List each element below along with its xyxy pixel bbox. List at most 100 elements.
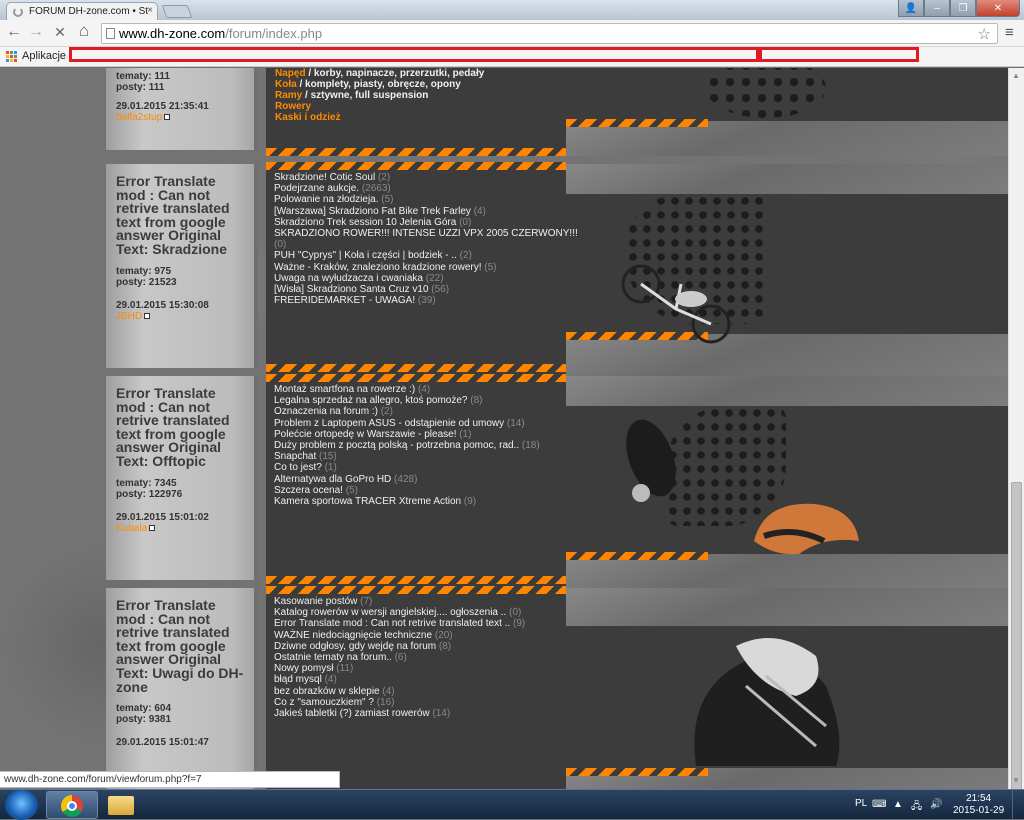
view-latest-post-icon[interactable]	[144, 312, 151, 319]
forum-row-content: Kasowanie postów (7) Katalog rowerów w w…	[266, 586, 1008, 789]
posts-count: posty: 9381	[116, 714, 172, 726]
topic-link[interactable]: Oznaczenia na forum :) (2)	[274, 406, 540, 417]
topic-link[interactable]: Polećcie ortopedę w Warszawie - please! …	[274, 429, 540, 440]
topic-link[interactable]: Nowy pomysł (11)	[274, 663, 525, 674]
topic-link[interactable]: Kasowanie postów (7)	[274, 596, 525, 607]
last-post-title[interactable]: Error Translate mod : Can not retrive tr…	[106, 588, 254, 694]
topic-link[interactable]: SKRADZIONO ROWER!!! INTENSE UZZI VPX 200…	[274, 228, 578, 239]
topic-link[interactable]: Podejrzane aukcje. (2663)	[274, 183, 578, 194]
topic-link[interactable]: Co z "samouczkiem" ? (16)	[274, 697, 525, 708]
topic-list: Kasowanie postów (7) Katalog rowerów w w…	[274, 596, 525, 719]
network-icon[interactable]: 🖧	[911, 799, 922, 816]
keyboard-icon[interactable]: ⌨	[872, 799, 886, 810]
topic-link[interactable]: [Wisła] Skradziono Santa Cruz v10 (56)	[274, 284, 578, 295]
topic-link[interactable]: bez obrazków w sklepie (4)	[274, 686, 525, 697]
volume-icon[interactable]: 🔊	[930, 799, 942, 810]
language-indicator[interactable]: PL	[855, 798, 867, 809]
vertical-scrollbar[interactable]: ▲ ▼	[1008, 68, 1024, 798]
last-post-user[interactable]: JBHD	[106, 311, 254, 322]
last-post-title[interactable]: Error Translate mod : Can not retrive tr…	[106, 376, 254, 469]
forum-row-content: Napęd / korby, napinacze, przerzutki, pe…	[266, 68, 1008, 156]
topic-link[interactable]: PUH "Cyprys" | Koła i części | bodziek -…	[274, 250, 578, 261]
view-latest-post-icon[interactable]	[149, 524, 156, 531]
topic-link[interactable]: FREERIDEMARKET - UWAGA! (39)	[274, 295, 578, 306]
topic-link[interactable]: Szczera ocena! (5)	[274, 485, 540, 496]
topic-link[interactable]: Problem z Laptopem ASUS - odstąpienie od…	[274, 418, 540, 429]
topic-link[interactable]: Alternatywa dla GoPro HD (428)	[274, 474, 540, 485]
maximize-button[interactable]: ❐	[950, 0, 976, 17]
posts-count: posty: 21523	[116, 276, 177, 288]
window-controls: 👤 – ❐ ✕	[898, 0, 1020, 17]
topic-link[interactable]: Error Translate mod : Can not retrive tr…	[274, 618, 525, 629]
topic-link[interactable]: Katalog rowerów w wersji angielskiej....…	[274, 607, 525, 618]
category-link[interactable]: Ramy	[275, 90, 302, 101]
topic-link[interactable]: (0)	[274, 239, 578, 250]
topic-link[interactable]: Ostatnie tematy na forum.. (6)	[274, 652, 525, 663]
close-window-button[interactable]: ✕	[976, 0, 1020, 17]
view-latest-post-icon[interactable]	[164, 114, 171, 120]
last-post-date: 29.01.2015 15:01:02	[116, 511, 209, 523]
clock[interactable]: 21:54 2015-01-29	[953, 793, 1004, 817]
forward-arrow-icon[interactable]: →	[26, 23, 46, 41]
tab-close-icon[interactable]: ×	[147, 5, 153, 16]
last-post-user[interactable]: balfa2stup	[106, 112, 254, 123]
home-icon[interactable]: ⌂	[74, 21, 94, 41]
taskbar-chrome[interactable]	[46, 791, 98, 819]
back-arrow-icon[interactable]: ←	[4, 23, 24, 41]
topics-count: tematy: 111	[116, 71, 170, 82]
topic-link[interactable]: Snapchat (15)	[274, 451, 540, 462]
category-link[interactable]: Rowery	[275, 101, 311, 112]
tab-strip: FORUM DH-zone.com • St × 👤 – ❐ ✕	[0, 0, 1024, 20]
windows-taskbar: PL ⌨ ▲ 🖧 🔊 21:54 2015-01-29	[0, 789, 1024, 820]
apps-bookmark-label[interactable]: Aplikacje	[22, 50, 66, 62]
topic-link[interactable]: Co to jest? (1)	[274, 462, 540, 473]
browser-tab[interactable]: FORUM DH-zone.com • St ×	[6, 2, 158, 20]
topic-link[interactable]: Polowanie na złodzieja. (5)	[274, 194, 578, 205]
loading-spinner-icon	[13, 7, 23, 17]
forum-row-lastpost: Error Translate mod : Can not retrive tr…	[106, 588, 258, 789]
posts-count: posty: 122976	[116, 488, 183, 500]
tray-expand-icon[interactable]: ▲	[893, 799, 903, 810]
explorer-folder-icon[interactable]	[108, 796, 134, 815]
topic-link[interactable]: Skradziono Trek session 10 Jelenia Góra …	[274, 217, 578, 228]
category-link[interactable]: Napęd	[275, 68, 306, 79]
start-button[interactable]	[5, 790, 38, 820]
subcategory-list: Napęd / korby, napinacze, przerzutki, pe…	[275, 68, 485, 123]
address-bar[interactable]: www.dh-zone.com/forum/index.php ☆	[101, 23, 998, 44]
last-post-user[interactable]: Kubala	[106, 523, 254, 534]
topic-link[interactable]: Jakieś tabletki (?) zamiast rowerów (14)	[274, 708, 525, 719]
topic-link[interactable]: Montaż smartfona na rowerze :) (4)	[274, 384, 540, 395]
last-post-title[interactable]: Error Translate mod : Can not retrive tr…	[106, 164, 254, 257]
topic-link[interactable]: Uwaga na wyłudzacza i cwaniaka (22)	[274, 273, 578, 284]
topic-link[interactable]: Kamera sportowa TRACER Xtreme Action (9)	[274, 496, 540, 507]
topic-link[interactable]: Skradzione! Cotic Soul (2)	[274, 172, 578, 183]
topics-count: tematy: 975	[116, 265, 172, 277]
show-desktop-button[interactable]	[1012, 790, 1024, 820]
scroll-up-icon[interactable]: ▲	[1012, 71, 1020, 80]
chrome-menu-icon[interactable]: ≡	[1005, 24, 1014, 41]
topic-link[interactable]: Ważne - Kraków, znaleziono kradzione row…	[274, 262, 578, 273]
topic-list: Skradzione! Cotic Soul (2) Podejrzane au…	[274, 172, 578, 306]
topic-link[interactable]: [Warszawa] Skradziono Fat Bike Trek Farl…	[274, 206, 578, 217]
topic-link[interactable]: Legalna sprzedaż na allegro, ktoś pomoże…	[274, 395, 540, 406]
chrome-icon	[61, 795, 83, 817]
topic-link[interactable]: Dziwne odgłosy, gdy wejdę na forum (8)	[274, 641, 525, 652]
topic-link[interactable]: Duży problem z pocztą polską - potrzebna…	[274, 440, 540, 451]
topics-count: tematy: 604	[116, 703, 172, 715]
new-tab-button[interactable]	[161, 5, 193, 18]
topic-link[interactable]: WAŻNE niedociągnięcie techniczne (20)	[274, 630, 525, 641]
minimize-button[interactable]: –	[924, 0, 950, 17]
forum-row-lastpost: Error Translate mod : Can not retrive tr…	[106, 164, 258, 368]
topic-link[interactable]: błąd mysql (4)	[274, 674, 525, 685]
helmet-graphic	[754, 503, 859, 555]
scrollbar-thumb[interactable]	[1011, 482, 1022, 798]
category-link[interactable]: Kaski i odzież	[275, 112, 341, 123]
apps-grid-icon[interactable]	[6, 51, 17, 62]
scroll-down-icon[interactable]: ▼	[1012, 776, 1020, 785]
stop-icon[interactable]: ✕	[50, 24, 70, 41]
forum-row-content: Skradzione! Cotic Soul (2) Podejrzane au…	[266, 162, 1008, 376]
category-link[interactable]: Koła	[275, 79, 297, 90]
user-profile-icon[interactable]: 👤	[898, 0, 924, 17]
bookmark-star-icon[interactable]: ☆	[978, 25, 991, 43]
url-path: /forum/index.php	[225, 26, 323, 41]
